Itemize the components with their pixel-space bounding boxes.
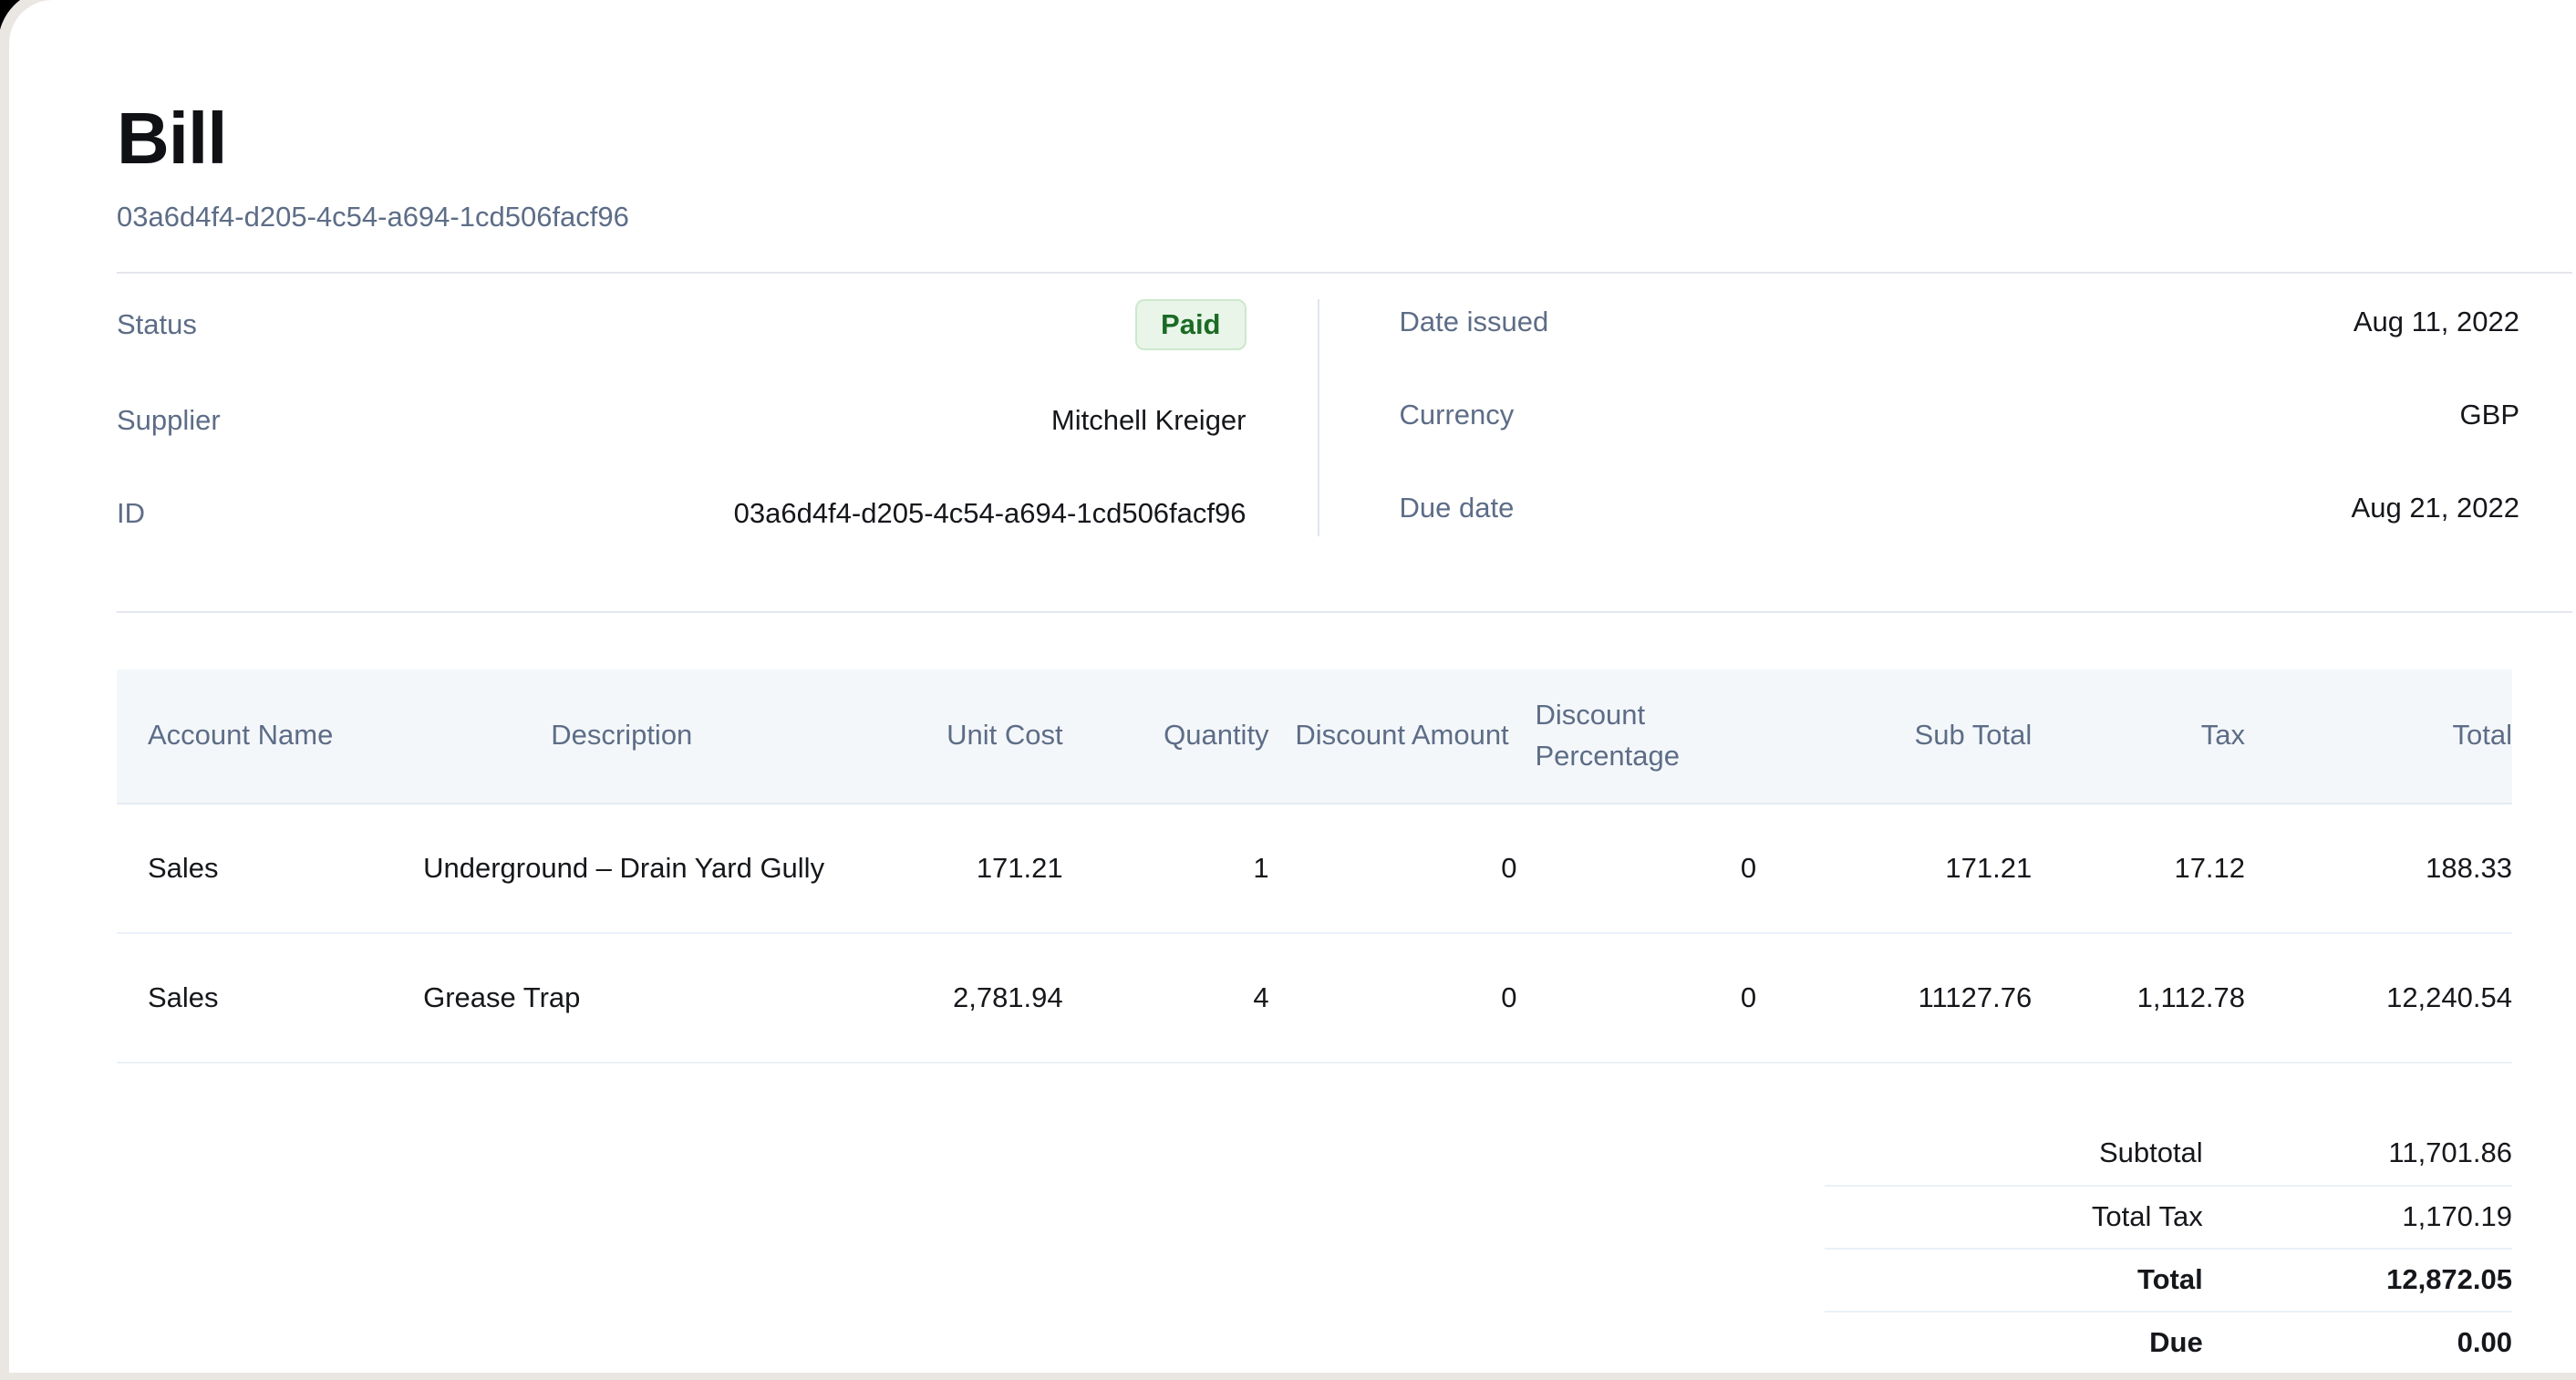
cell-sub-total: 11127.76 (1756, 933, 2032, 1063)
cell-unit-cost: 2,781.94 (833, 933, 1062, 1063)
details-bottom-divider (117, 611, 2572, 613)
cell-discount-percentage: 0 (1516, 933, 1756, 1063)
line-items-table: Account Name Description Unit Cost Quant… (117, 669, 2512, 1064)
detail-row-due-date: Due date Aug 21, 2022 (1400, 485, 2520, 531)
details-right-column: Date issued Aug 11, 2022 Currency GBP Du… (1319, 299, 2520, 536)
summary-row-total-tax: Total Tax 1,170.19 (1825, 1185, 2512, 1248)
due-date-value: Aug 21, 2022 (2352, 492, 2519, 524)
due-date-label: Due date (1400, 492, 1515, 524)
status-badge: Paid (1135, 299, 1246, 350)
cell-total: 12,240.54 (2245, 933, 2512, 1063)
bill-page: Bill 03a6d4f4-d205-4c54-a694-1cd506facf9… (9, 0, 2576, 1373)
supplier-value: Mitchell Kreiger (1051, 404, 1247, 437)
details-left-column: Status Paid Supplier Mitchell Kreiger ID… (117, 299, 1318, 536)
table-row: Sales Underground – Drain Yard Gully 171… (117, 804, 2512, 933)
detail-row-supplier: Supplier Mitchell Kreiger (117, 398, 1247, 443)
page-title: Bill (117, 102, 2576, 175)
summary-row-due: Due 0.00 (1825, 1311, 2512, 1373)
total-value: 12,872.05 (2203, 1263, 2512, 1296)
cell-sub-total: 171.21 (1756, 804, 2032, 933)
detail-row-id: ID 03a6d4f4-d205-4c54-a694-1cd506facf96 (117, 491, 1247, 536)
col-header-account-name: Account Name (117, 669, 392, 804)
cell-discount-percentage: 0 (1516, 804, 1756, 933)
cell-tax: 1,112.78 (2032, 933, 2245, 1063)
totals-summary: Subtotal 11,701.86 Total Tax 1,170.19 To… (1825, 1122, 2512, 1373)
currency-label: Currency (1400, 399, 1515, 431)
detail-row-currency: Currency GBP (1400, 392, 2520, 438)
bill-details-section: Status Paid Supplier Mitchell Kreiger ID… (117, 274, 2519, 555)
table-header-row: Account Name Description Unit Cost Quant… (117, 669, 2512, 804)
cell-account-name: Sales (117, 804, 392, 933)
total-label: Total (1825, 1263, 2203, 1296)
col-header-discount-percentage: Discount Percentage (1516, 669, 1756, 804)
col-header-unit-cost: Unit Cost (833, 669, 1062, 804)
col-header-tax: Tax (2032, 669, 2245, 804)
table-row: Sales Grease Trap 2,781.94 4 0 0 11127.7… (117, 933, 2512, 1063)
col-header-description: Description (392, 669, 833, 804)
cell-total: 188.33 (2245, 804, 2512, 933)
supplier-label: Supplier (117, 404, 221, 437)
status-label: Status (117, 308, 197, 341)
total-tax-value: 1,170.19 (2203, 1200, 2512, 1233)
cell-quantity: 1 (1063, 804, 1269, 933)
bill-content: Bill 03a6d4f4-d205-4c54-a694-1cd506facf9… (9, 0, 2576, 1373)
id-label: ID (117, 497, 145, 530)
subtotal-label: Subtotal (1825, 1136, 2203, 1169)
due-label: Due (1825, 1326, 2203, 1359)
cell-discount-amount: 0 (1269, 804, 1517, 933)
cell-description: Underground – Drain Yard Gully (392, 804, 833, 933)
total-tax-label: Total Tax (1825, 1200, 2203, 1233)
subtotal-value: 11,701.86 (2203, 1136, 2512, 1169)
col-header-quantity: Quantity (1063, 669, 1269, 804)
col-header-sub-total: Sub Total (1756, 669, 2032, 804)
col-header-total: Total (2245, 669, 2512, 804)
line-items-table-wrap: Account Name Description Unit Cost Quant… (117, 669, 2512, 1064)
date-issued-label: Date issued (1400, 306, 1549, 338)
cell-account-name: Sales (117, 933, 392, 1063)
date-issued-value: Aug 11, 2022 (2354, 306, 2519, 338)
cell-unit-cost: 171.21 (833, 804, 1062, 933)
cell-discount-amount: 0 (1269, 933, 1517, 1063)
cell-tax: 17.12 (2032, 804, 2245, 933)
cell-description: Grease Trap (392, 933, 833, 1063)
id-value: 03a6d4f4-d205-4c54-a694-1cd506facf96 (734, 497, 1247, 530)
summary-row-total: Total 12,872.05 (1825, 1248, 2512, 1311)
summary-row-subtotal: Subtotal 11,701.86 (1825, 1122, 2512, 1185)
detail-row-status: Status Paid (117, 299, 1247, 350)
col-header-discount-amount: Discount Amount (1269, 669, 1517, 804)
due-value: 0.00 (2203, 1326, 2512, 1359)
cell-quantity: 4 (1063, 933, 1269, 1063)
detail-row-date-issued: Date issued Aug 11, 2022 (1400, 299, 2520, 345)
bill-uuid-subtitle: 03a6d4f4-d205-4c54-a694-1cd506facf96 (117, 201, 2576, 233)
currency-value: GBP (2460, 399, 2519, 431)
